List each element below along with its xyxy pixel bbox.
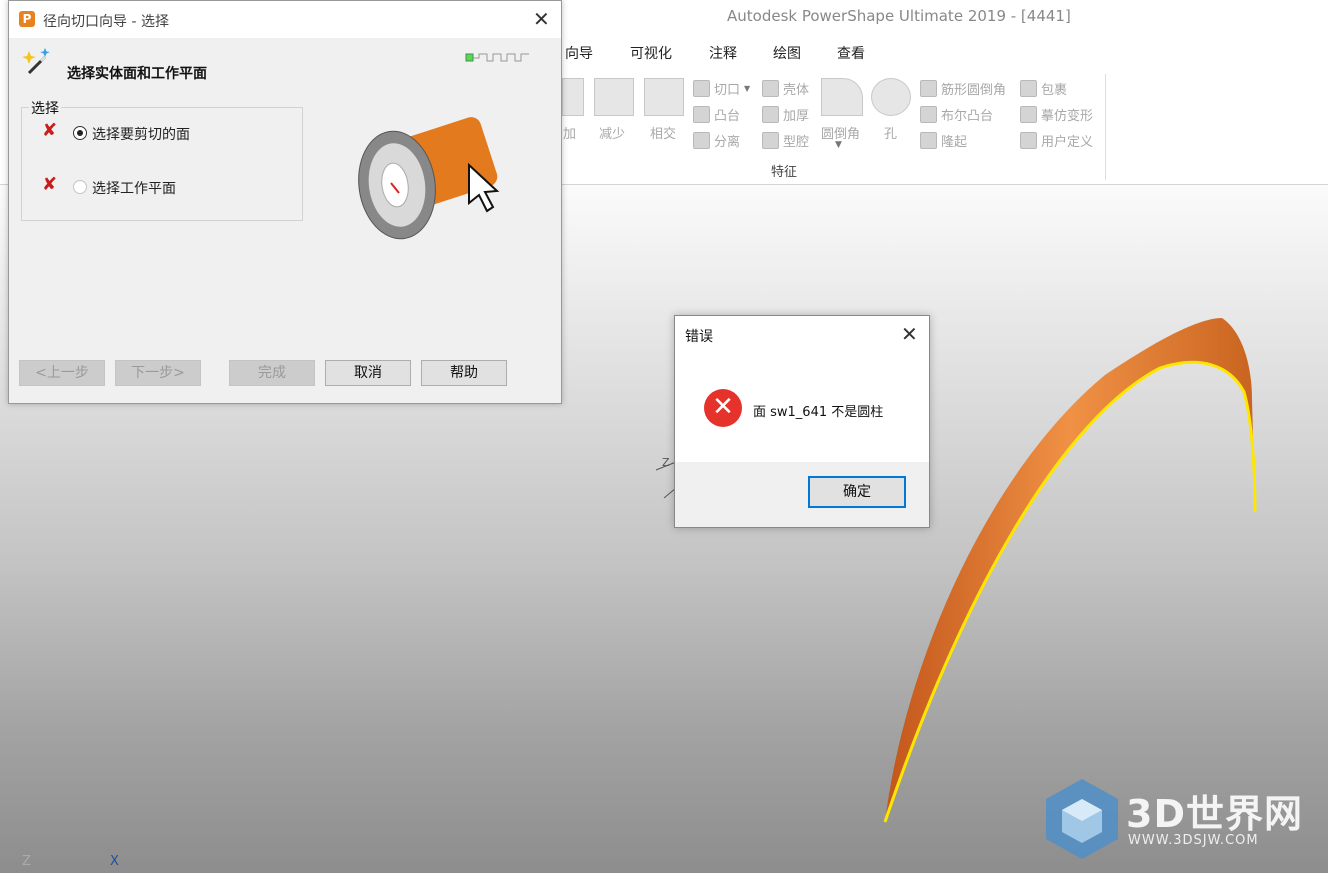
axis-z-label: Z — [662, 456, 670, 469]
wizard-titlebar: P 径向切口向导 - 选择 ✕ — [9, 1, 561, 38]
error-icon: ✕ — [704, 389, 742, 427]
wizard-title: 径向切口向导 - 选择 — [43, 14, 169, 30]
next-button[interactable]: 下一步> — [115, 360, 201, 386]
select-face-label[interactable]: 选择要剪切的面 — [92, 124, 190, 144]
not-done-x-icon: ✘ — [42, 120, 58, 141]
wizard-close-icon[interactable]: ✕ — [533, 9, 550, 29]
select-face-radio[interactable] — [73, 126, 87, 140]
error-dialog-title: 错误 — [685, 329, 713, 345]
powershape-app-icon: P — [19, 11, 35, 27]
not-done-x-icon: ✘ — [42, 174, 58, 195]
cancel-button[interactable]: 取消 — [325, 360, 411, 386]
watermark-logo: 3D世界网 WWW.3DSJW.COM — [1044, 777, 1314, 863]
error-dialog: 错误 ✕ ✕ 面 sw1_641 不是圆柱 确定 — [674, 315, 930, 528]
step-indicator — [465, 53, 529, 62]
select-workplane-radio[interactable] — [73, 180, 87, 194]
error-dialog-footer: 确定 — [675, 462, 929, 527]
axis-z-indicator: Z — [22, 854, 31, 869]
finish-button[interactable]: 完成 — [229, 360, 315, 386]
selection-group-label: 选择 — [29, 98, 61, 118]
radial-cut-wizard-dialog: P 径向切口向导 - 选择 ✕ 选择实体面和工作平面 选择 ✘ 选择要剪切的面 … — [8, 0, 562, 404]
watermark-brand: 3D世界网 — [1126, 792, 1303, 836]
surface-face — [885, 318, 1255, 822]
cube-logo-icon — [1046, 779, 1118, 859]
error-message: 面 sw1_641 不是圆柱 — [753, 405, 884, 420]
error-close-icon[interactable]: ✕ — [901, 324, 918, 344]
select-workplane-label[interactable]: 选择工作平面 — [92, 178, 176, 198]
watermark-url: WWW.3DSJW.COM — [1128, 833, 1259, 848]
surface-model[interactable] — [883, 318, 1257, 823]
magic-wand-icon — [22, 48, 50, 75]
prev-button[interactable]: <上一步 — [19, 360, 105, 386]
ok-button[interactable]: 确定 — [808, 476, 906, 508]
help-button[interactable]: 帮助 — [421, 360, 507, 386]
radial-cut-illustration — [358, 117, 500, 240]
wizard-heading: 选择实体面和工作平面 — [67, 66, 207, 82]
axis-x-indicator: X — [110, 854, 119, 869]
